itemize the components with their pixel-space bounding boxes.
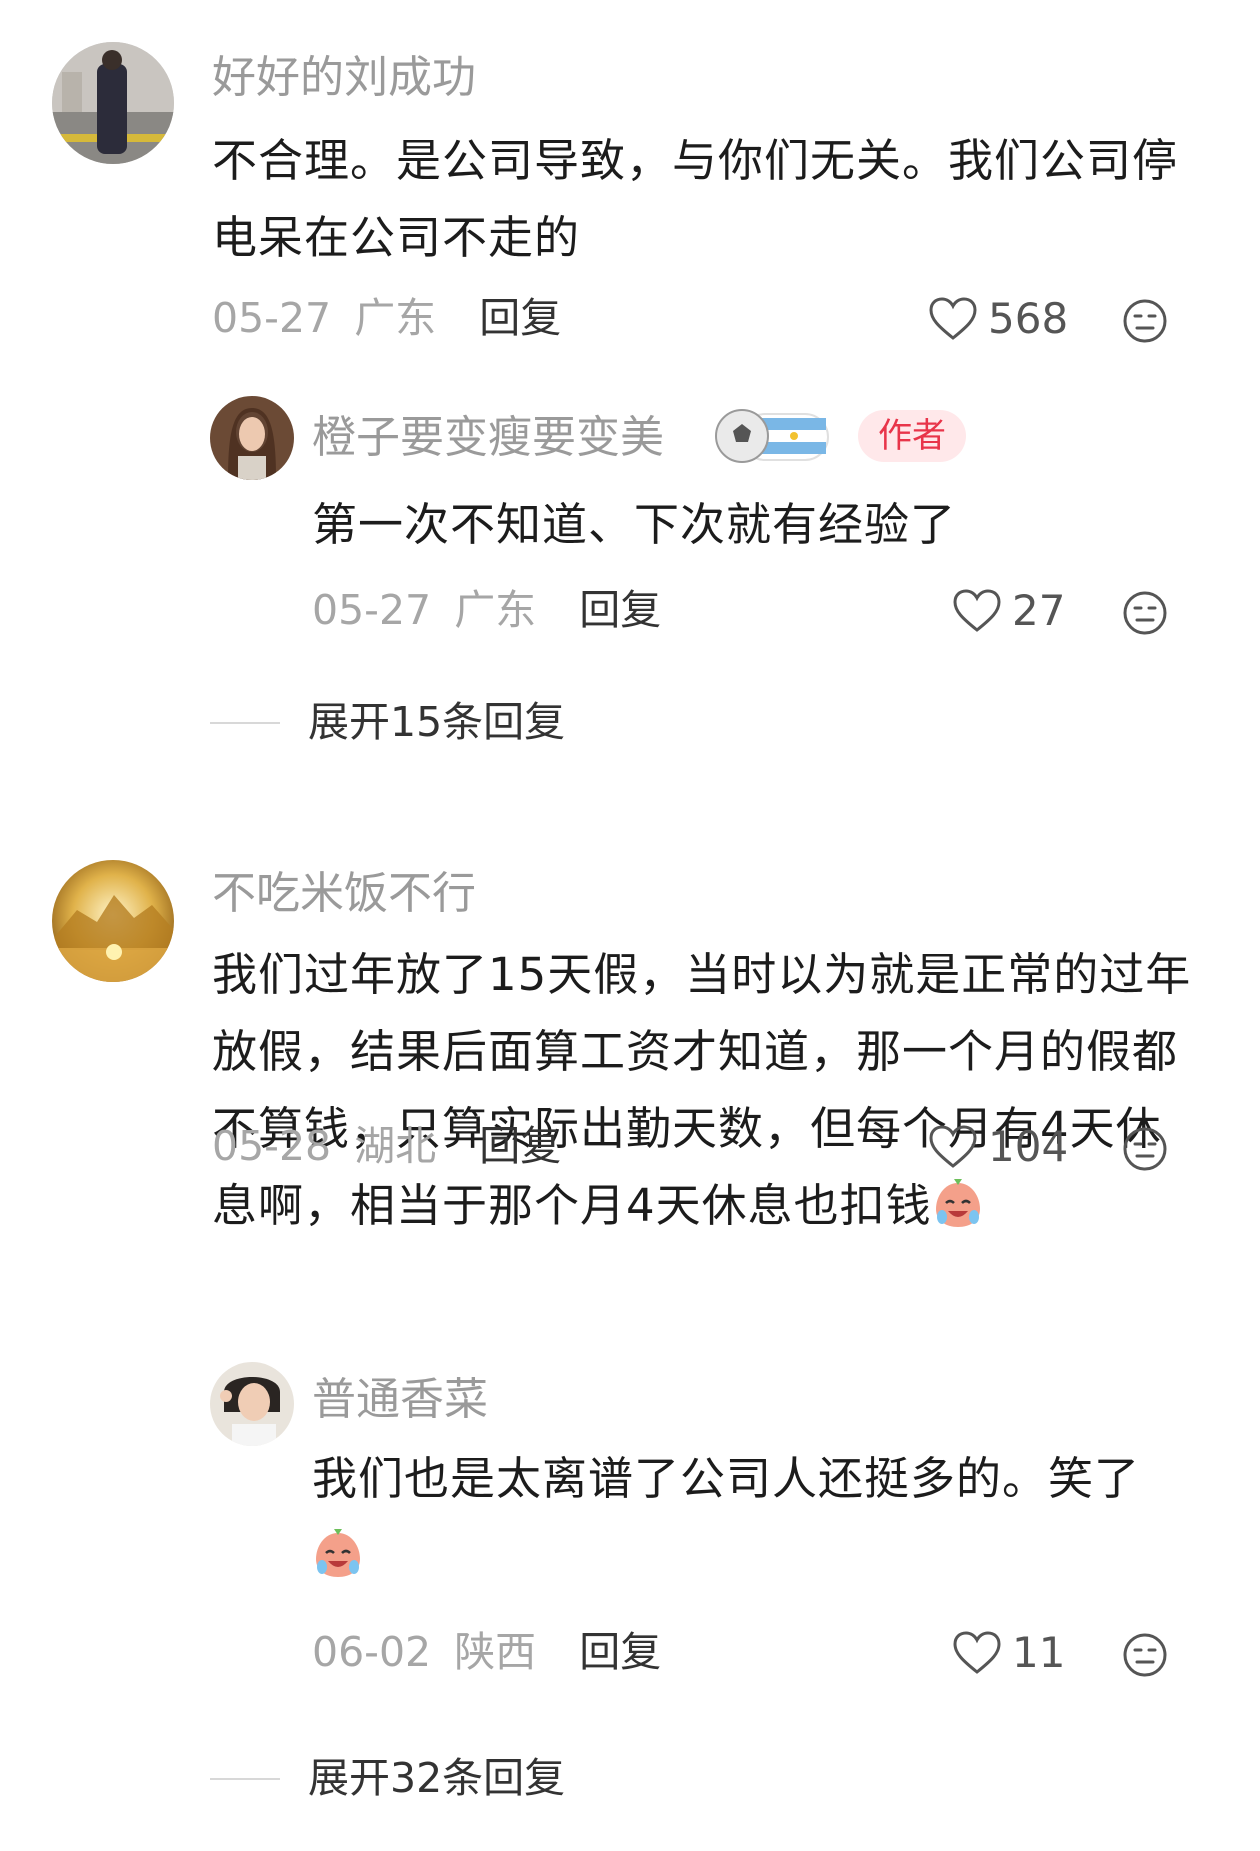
- username[interactable]: 好好的刘成功: [212, 56, 476, 100]
- dislike-face-icon[interactable]: [1122, 298, 1168, 344]
- like-count: 104: [988, 1122, 1069, 1171]
- heart-icon: [929, 297, 977, 340]
- expand-replies-label: 展开32条回复: [308, 1754, 566, 1802]
- username[interactable]: 不吃米饭不行: [212, 872, 476, 916]
- like-count: 27: [1012, 586, 1066, 635]
- like-button[interactable]: 27: [952, 588, 1065, 634]
- heart-icon: [953, 589, 1001, 632]
- heart-icon: [929, 1125, 977, 1168]
- heart-icon: [953, 1631, 1001, 1674]
- comment-meta: 05-27 广东 回复: [212, 298, 561, 339]
- dislike-face-icon[interactable]: [1122, 590, 1168, 636]
- like-count: 568: [988, 294, 1069, 343]
- avatar[interactable]: [52, 860, 174, 982]
- crying-laughing-emoji: [316, 1529, 360, 1577]
- expand-replies-button[interactable]: 展开15条回复: [210, 702, 565, 743]
- reply-date: 05-27: [312, 586, 432, 634]
- reply-button[interactable]: 回复: [579, 586, 661, 634]
- reply-button[interactable]: 回复: [479, 1122, 561, 1170]
- reply-location: 陕西: [454, 1628, 537, 1676]
- comment-meta: 05-28 湖北 回复: [212, 1126, 561, 1167]
- expand-replies-label: 展开15条回复: [308, 698, 566, 746]
- reply-text: 我们也是太离谱了公司人还挺多的。笑了: [312, 1440, 1202, 1594]
- like-count: 11: [1012, 1628, 1066, 1677]
- author-tag: 作者: [858, 410, 966, 462]
- reply-button[interactable]: 回复: [579, 1628, 661, 1676]
- divider: [210, 721, 280, 724]
- reply-avatar[interactable]: [210, 1362, 294, 1446]
- avatar[interactable]: [52, 42, 174, 164]
- comment-location: 广东: [354, 294, 437, 342]
- reply-text: 第一次不知道、下次就有经验了: [312, 498, 957, 551]
- reply-date: 06-02: [312, 1628, 432, 1676]
- soccer-ball-argentina-flag-badge: [715, 409, 829, 463]
- reply-meta: 05-27 广东 回复: [312, 590, 661, 631]
- reply-meta: 06-02 陕西 回复: [312, 1632, 661, 1673]
- dislike-face-icon[interactable]: [1122, 1126, 1168, 1172]
- crying-laughing-emoji: [935, 1179, 980, 1227]
- reply-username[interactable]: 橙子要变瘦要变美: [312, 416, 664, 460]
- like-button[interactable]: 11: [952, 1630, 1065, 1676]
- reply-button[interactable]: 回复: [479, 294, 561, 342]
- comment-text: 不合理。是公司导致，与你们无关。我们公司停电呆在公司不走的: [212, 134, 1179, 264]
- like-button[interactable]: 104: [928, 1124, 1068, 1170]
- comment-text-body: 我们过年放了15天假，当时以为就是正常的过年放假，结果后面算工资才知道，那一个月…: [212, 948, 1192, 1232]
- reply-location: 广东: [454, 586, 537, 634]
- reply-text-body: 我们也是太离谱了公司人还挺多的。笑了: [312, 1452, 1141, 1505]
- reply-avatar[interactable]: [210, 396, 294, 480]
- comment-date: 05-27: [212, 294, 332, 342]
- expand-replies-button[interactable]: 展开32条回复: [210, 1758, 565, 1799]
- like-button[interactable]: 568: [928, 296, 1068, 342]
- reply-username[interactable]: 普通香菜: [312, 1378, 488, 1422]
- comment-date: 05-28: [212, 1122, 332, 1170]
- comment-location: 湖北: [354, 1122, 437, 1170]
- dislike-face-icon[interactable]: [1122, 1632, 1168, 1678]
- comment-text: 我们过年放了15天假，当时以为就是正常的过年放假，结果后面算工资才知道，那一个月…: [212, 936, 1202, 1244]
- divider: [210, 1777, 280, 1780]
